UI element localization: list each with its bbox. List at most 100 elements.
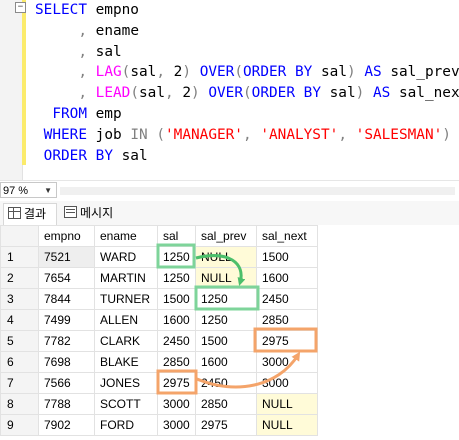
cell-ename[interactable]: CLARK [94, 330, 158, 352]
cell-ename[interactable]: ALLEN [94, 309, 158, 331]
sql-operator: , [156, 64, 166, 81]
cell-sal[interactable]: 3000 [157, 393, 196, 415]
cell-sal-prev[interactable]: 1600 [195, 351, 257, 373]
row-number[interactable]: 6 [0, 351, 39, 373]
table-row[interactable]: 8 7788 SCOTT 3000 2850 NULL [0, 393, 318, 415]
cell-sal[interactable]: 1500 [157, 288, 196, 310]
cell-sal-prev[interactable]: 2850 [195, 393, 257, 415]
cell-sal-prev[interactable]: NULL [195, 267, 257, 289]
row-number[interactable]: 3 [0, 288, 39, 310]
sql-text: empno [86, 2, 139, 18]
cell-ename[interactable]: MARTIN [94, 267, 158, 289]
cell-empno[interactable]: 7566 [38, 372, 95, 394]
collapse-toggle-icon[interactable]: − [15, 2, 26, 13]
zoom-value: 97 % [3, 185, 29, 197]
cell-empno[interactable]: 7499 [38, 309, 95, 331]
row-number[interactable]: 1 [0, 246, 39, 268]
cell-sal-next[interactable]: 3000 [256, 351, 318, 373]
sql-code[interactable]: SELECT empno , ename , sal , LAG(sal, 2)… [35, 0, 459, 166]
cell-ename[interactable]: FORD [94, 414, 158, 436]
cell-empno[interactable]: 7698 [38, 351, 95, 373]
cell-ename[interactable]: WARD [94, 246, 158, 268]
table-row[interactable]: 3 7844 TURNER 1500 1250 2450 [0, 288, 318, 310]
cell-sal[interactable]: 3000 [157, 414, 196, 436]
sql-keyword: AS [372, 85, 391, 102]
cell-sal-next[interactable]: 3000 [256, 372, 318, 394]
table-row[interactable]: 4 7499 ALLEN 1600 1250 2850 [0, 309, 318, 331]
cell-empno[interactable]: 7521 [38, 246, 95, 268]
cell-empno[interactable]: 7844 [38, 288, 95, 310]
row-number[interactable]: 5 [0, 330, 39, 352]
table-row[interactable]: 6 7698 BLAKE 2850 1600 3000 [0, 351, 318, 373]
cell-sal-prev[interactable]: 2450 [195, 372, 257, 394]
cell-empno[interactable]: 7788 [38, 393, 95, 415]
cell-sal-next[interactable]: 1600 [256, 267, 318, 289]
code-line: SELECT empno [35, 0, 459, 21]
table-row[interactable]: 2 7654 MARTIN 1250 NULL 1600 [0, 267, 318, 289]
cell-sal-next[interactable]: 2975 [256, 330, 318, 352]
grid-corner[interactable] [0, 225, 39, 247]
row-number[interactable]: 7 [0, 372, 39, 394]
cell-sal-next[interactable]: NULL [256, 393, 318, 415]
cell-sal-prev[interactable]: NULL [195, 246, 257, 268]
sql-operator: ) [182, 64, 192, 81]
table-row[interactable]: 9 7902 FORD 3000 2975 NULL [0, 414, 318, 436]
column-header-ename[interactable]: ename [94, 225, 158, 247]
sql-operator: , [338, 126, 347, 143]
cell-sal-prev[interactable]: 1250 [195, 309, 257, 331]
cell-sal[interactable]: 1600 [157, 309, 196, 331]
cell-sal-prev[interactable]: 1500 [195, 330, 257, 352]
cell-ename[interactable]: BLAKE [94, 351, 158, 373]
table-row[interactable]: 1 7521 WARD 1250 NULL 1500 [0, 246, 318, 268]
sql-text: ename [87, 22, 139, 39]
horizontal-scrollbar[interactable] [60, 187, 455, 195]
code-line: FROM emp [35, 104, 459, 125]
cell-sal[interactable]: 1250 [157, 267, 196, 289]
column-header-sal[interactable]: sal [157, 225, 196, 247]
sql-operator: ) [191, 85, 200, 102]
results-grid[interactable]: empno ename sal sal_prev sal_next 1 7521 W… [0, 225, 459, 440]
editor-gutter [0, 0, 23, 180]
row-number[interactable]: 2 [0, 267, 39, 289]
grid-icon [8, 207, 21, 219]
cell-ename[interactable]: SCOTT [94, 393, 158, 415]
table-row[interactable]: 5 7782 CLARK 2450 1500 2975 [0, 330, 318, 352]
cell-ename[interactable]: TURNER [94, 288, 158, 310]
cell-empno[interactable]: 7902 [38, 414, 95, 436]
cell-sal[interactable]: 1250 [157, 246, 196, 268]
sql-string: 'MANAGER' [165, 126, 243, 143]
editor-status-strip: 97 % ▼ [0, 180, 459, 201]
cell-sal[interactable]: 2450 [157, 330, 196, 352]
cell-empno[interactable]: 7654 [38, 267, 95, 289]
sql-keyword: WHERE [43, 126, 87, 143]
cell-sal-next[interactable]: 2850 [256, 309, 318, 331]
row-number[interactable]: 9 [0, 414, 39, 436]
zoom-dropdown[interactable]: 97 % ▼ [0, 182, 57, 198]
sql-operator: , [78, 43, 87, 60]
cell-sal-prev[interactable]: 2975 [195, 414, 257, 436]
messages-icon [64, 206, 77, 218]
cell-sal-prev[interactable]: 1250 [195, 288, 257, 310]
column-header-empno[interactable]: empno [38, 225, 95, 247]
table-row[interactable]: 7 7566 JONES 2975 2450 3000 [0, 372, 318, 394]
row-number[interactable]: 8 [0, 393, 39, 415]
sql-text: 2 [165, 64, 183, 81]
cell-empno[interactable]: 7782 [38, 330, 95, 352]
column-header-sal-prev[interactable]: sal_prev [195, 225, 257, 247]
sql-operator: , [78, 22, 87, 39]
row-number[interactable]: 4 [0, 309, 39, 331]
cell-sal-next[interactable]: 2450 [256, 288, 318, 310]
sql-operator: , [78, 64, 87, 81]
cell-sal-next[interactable]: NULL [256, 414, 318, 436]
sql-text: emp [86, 105, 122, 122]
cell-sal[interactable]: 2850 [157, 351, 196, 373]
sql-editor[interactable]: − SELECT empno , ename , sal , LAG(sal, … [0, 0, 459, 180]
cell-ename[interactable]: JONES [94, 372, 158, 394]
column-header-sal-next[interactable]: sal_next [256, 225, 318, 247]
cell-sal-next[interactable]: 1500 [256, 246, 318, 268]
cell-sal[interactable]: 2975 [157, 372, 196, 394]
tab-messages[interactable]: 메시지 [60, 203, 130, 225]
tab-results[interactable]: 결과 [3, 203, 57, 225]
